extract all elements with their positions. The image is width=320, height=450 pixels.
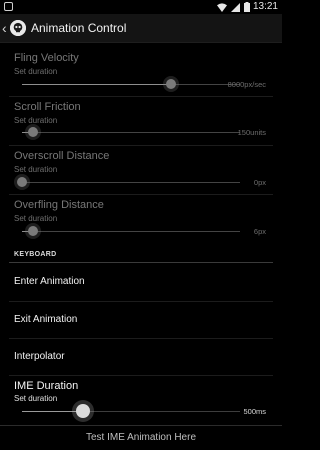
test-ime-animation-button[interactable]: Test IME Animation Here: [0, 425, 282, 450]
section-divider: [9, 262, 273, 263]
divider: [9, 338, 273, 339]
notification-app-icon: [4, 2, 13, 11]
scroll-friction-setting[interactable]: Scroll Friction Set duration 150units: [0, 100, 282, 144]
setting-summary: Set duration: [14, 67, 58, 76]
wifi-icon: [217, 2, 227, 12]
fling-velocity-slider[interactable]: [22, 84, 240, 85]
overscroll-distance-setting[interactable]: Overscroll Distance Set duration 0px: [0, 149, 282, 193]
enter-animation-item[interactable]: Enter Animation: [14, 276, 85, 287]
overscroll-distance-slider[interactable]: [22, 182, 240, 183]
setting-value: 6px: [253, 227, 266, 236]
action-bar: ‹ Animation Control: [0, 14, 282, 43]
setting-title: Overfling Distance: [14, 199, 104, 211]
setting-summary: Set duration: [14, 165, 58, 174]
setting-value: 500ms: [243, 407, 266, 416]
ime-duration-slider[interactable]: [22, 411, 240, 412]
divider: [9, 194, 273, 195]
slider-thumb[interactable]: [17, 177, 27, 187]
divider: [9, 375, 273, 376]
setting-value: 0px: [253, 178, 266, 187]
battery-icon: [244, 2, 250, 12]
setting-title: Fling Velocity: [14, 52, 79, 64]
slider-thumb[interactable]: [28, 127, 38, 137]
exit-animation-item[interactable]: Exit Animation: [14, 314, 77, 325]
slider-thumb[interactable]: [28, 226, 38, 236]
slider-thumb[interactable]: [166, 79, 176, 89]
page-title: Animation Control: [31, 21, 127, 35]
setting-summary: Set duration: [14, 214, 58, 223]
slider-thumb[interactable]: [76, 404, 90, 418]
setting-summary: Set duration: [14, 394, 58, 403]
fling-velocity-setting[interactable]: Fling Velocity Set duration 8000px/sec: [0, 51, 282, 95]
setting-value: 150units: [237, 128, 266, 137]
setting-title: Scroll Friction: [14, 101, 81, 113]
setting-title: IME Duration: [14, 380, 79, 392]
skull-icon: [10, 20, 26, 36]
setting-title: Overscroll Distance: [14, 150, 110, 162]
overfling-distance-setting[interactable]: Overfling Distance Set duration 6px: [0, 198, 282, 242]
setting-summary: Set duration: [14, 116, 58, 125]
slider-fill: [22, 411, 84, 412]
setting-value: 8000px/sec: [227, 80, 266, 89]
divider: [9, 145, 273, 146]
overfling-distance-slider[interactable]: [22, 231, 240, 232]
section-header-keyboard: KEYBOARD: [14, 251, 57, 258]
settings-list[interactable]: Fling Velocity Set duration 8000px/sec S…: [0, 43, 282, 450]
app-logo-icon[interactable]: [10, 20, 26, 36]
interpolator-item[interactable]: Interpolator: [14, 351, 65, 362]
scroll-friction-slider[interactable]: [22, 132, 240, 133]
divider: [9, 96, 273, 97]
ime-duration-setting[interactable]: IME Duration Set duration 500ms: [0, 379, 282, 423]
clock: 13:21: [252, 1, 278, 12]
signal-icon: [231, 2, 240, 12]
status-bar: 13:21: [0, 0, 282, 14]
divider: [9, 301, 273, 302]
status-icons: [217, 1, 250, 13]
slider-fill: [22, 84, 171, 85]
